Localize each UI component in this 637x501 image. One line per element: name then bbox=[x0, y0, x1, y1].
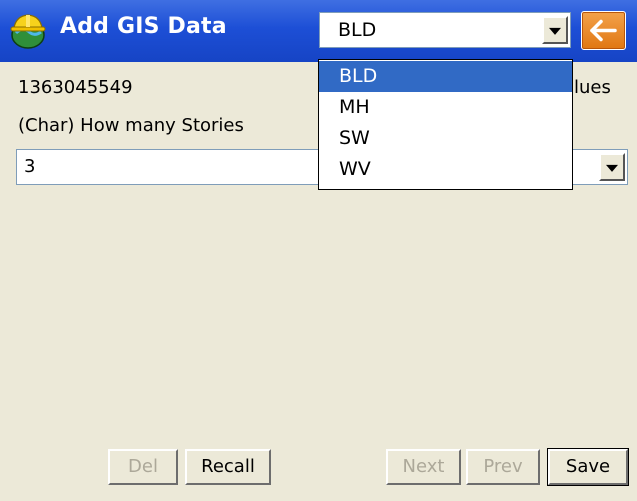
next-button[interactable]: Next bbox=[386, 449, 461, 485]
attribute-dropdown-button[interactable] bbox=[599, 153, 625, 181]
dropdown-option-bld[interactable]: BLD bbox=[319, 61, 572, 92]
hard-hat-globe-icon bbox=[8, 13, 48, 49]
window-title: Add GIS Data bbox=[60, 14, 227, 39]
recall-button[interactable]: Recall bbox=[185, 449, 271, 485]
back-button[interactable] bbox=[581, 11, 626, 50]
layer-select-value: BLD bbox=[338, 19, 377, 41]
dropdown-option-wv[interactable]: WV bbox=[319, 154, 572, 185]
values-label: lues bbox=[574, 77, 611, 98]
attribute-label: (Char) How many Stories bbox=[18, 115, 244, 136]
save-button[interactable]: Save bbox=[547, 448, 629, 486]
attribute-value: 3 bbox=[24, 156, 36, 177]
title-bar: Add GIS Data BLD bbox=[0, 0, 637, 62]
feature-id: 1363045549 bbox=[18, 77, 133, 98]
layer-select-dropdown-button[interactable] bbox=[542, 16, 568, 44]
add-gis-data-window: Add GIS Data BLD 1363045549 lues (Char) … bbox=[0, 0, 637, 501]
del-button[interactable]: Del bbox=[108, 449, 178, 485]
prev-button[interactable]: Prev bbox=[466, 449, 540, 485]
dropdown-option-mh[interactable]: MH bbox=[319, 92, 572, 123]
dropdown-option-sw[interactable]: SW bbox=[319, 123, 572, 154]
layer-dropdown-list: BLD MH SW WV bbox=[318, 59, 573, 190]
layer-select[interactable]: BLD bbox=[319, 12, 571, 48]
chevron-down-icon bbox=[549, 27, 561, 35]
chevron-down-icon bbox=[606, 164, 618, 172]
